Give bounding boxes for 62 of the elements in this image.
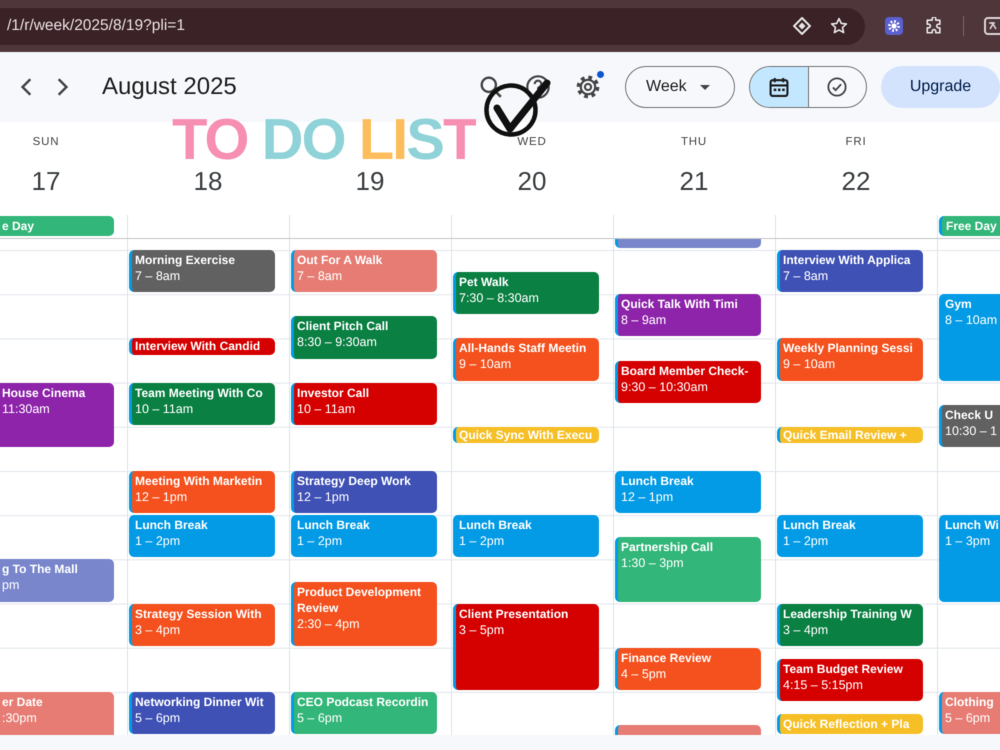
event-block[interactable]: Investor Call 10 – 11am (291, 382, 437, 425)
event-block[interactable]: Lunch Wi 1 – 3pm (939, 515, 1000, 602)
event-block[interactable]: Lunch Break 1 – 2pm (291, 515, 437, 558)
event-block[interactable]: Morning Exercise 7 – 8am (129, 250, 275, 292)
event-block[interactable]: Interview With Applica 7 – 8am (777, 250, 923, 292)
event-block[interactable]: Leadership Training W 3 – 4pm (777, 604, 923, 646)
event-block[interactable]: Check U 10:30 – 1 (939, 404, 1000, 447)
day-date[interactable]: 17 (32, 165, 60, 197)
caret-down-icon (700, 84, 710, 90)
all-day-event[interactable]: Free Day (939, 216, 1000, 236)
search-icon[interactable] (479, 75, 503, 99)
event-block[interactable]: Gym 8 – 10am (939, 294, 1000, 381)
event-block[interactable]: Team Meeting With Co 10 – 11am (129, 382, 275, 425)
gear-tile-icon[interactable] (885, 17, 903, 35)
event-block[interactable]: g To The Mall pm (0, 559, 114, 602)
event-block[interactable]: House Cinema 11:30am (0, 382, 114, 447)
event-block[interactable]: Quick Talk With Timi 8 – 9am (615, 294, 761, 336)
address-bar[interactable]: /1/r/week/2025/8/19?pli=1 (0, 8, 865, 44)
diamond-icon[interactable] (793, 17, 811, 35)
check-circle-icon (827, 77, 848, 97)
event-block[interactable]: Client Presentation 3 – 5pm (453, 604, 599, 690)
day-name: WED (517, 135, 547, 150)
toggle-segment[interactable] (750, 67, 808, 107)
day-name: FRI (846, 135, 866, 150)
view-dropdown[interactable]: Week (625, 66, 735, 108)
help-icon[interactable] (526, 75, 550, 99)
event-block[interactable]: Client Pitch Call 8:30 – 9:30am (291, 316, 437, 359)
settings-icon[interactable] (576, 75, 600, 99)
event-block[interactable]: Lunch Break 1 – 2pm (453, 515, 599, 558)
star-icon[interactable] (830, 17, 848, 35)
event-block[interactable]: Interview With Candid (129, 338, 275, 355)
event-block[interactable]: Clothing 5 – 6pm (939, 692, 1000, 734)
event-block[interactable]: Strategy Deep Work 12 – 1pm (291, 471, 437, 514)
day-date[interactable]: 22 (842, 165, 870, 197)
upgrade-button[interactable]: Upgrade (881, 66, 1000, 108)
day-date[interactable]: 20 (518, 165, 546, 197)
event-block[interactable]: Networking Dinner Wit 5 – 6pm (129, 692, 275, 734)
event-block[interactable]: Pet Walk 7:30 – 8:30am (453, 272, 599, 314)
event-block[interactable]: CEO Podcast Recordin 5 – 6pm (291, 692, 437, 734)
event-block[interactable]: Team Budget Review 4:15 – 5:15pm (777, 658, 923, 702)
event-block[interactable]: Meeting With Marketin 12 – 1pm (129, 471, 275, 514)
event-block[interactable]: Finance Review 4 – 5pm (615, 648, 761, 690)
event-block[interactable]: Lunch Break 1 – 2pm (777, 515, 923, 558)
event-block[interactable]: Board Member Check- 9:30 – 10:30am (615, 360, 761, 403)
event-block[interactable]: Weekly Planning Sessi 9 – 10am (777, 338, 923, 381)
event-block[interactable]: All-Hands Staff Meetin 9 – 10am (453, 338, 599, 381)
day-date[interactable]: 21 (680, 165, 708, 197)
all-day-event[interactable]: e Day (0, 216, 114, 236)
day-name: THU (680, 135, 708, 150)
check-circle-icon (483, 78, 552, 138)
event-block[interactable]: Lunch Break 12 – 1pm (615, 471, 761, 514)
event-block[interactable]: er Date :30pm (0, 692, 114, 735)
event-block[interactable]: Lunch Break 1 – 2pm (129, 515, 275, 558)
day-name: SUN (32, 135, 60, 150)
month-title: August 2025 (102, 73, 237, 101)
puzzle-icon[interactable] (925, 17, 943, 35)
calendar-icon (768, 77, 789, 97)
event-block[interactable]: Out For A Walk 7 – 8am (291, 250, 437, 292)
event-block[interactable]: Partnership Call 1:30 – 3pm (615, 537, 761, 602)
event-block[interactable]: Product Development Review 2:30 – 4pm (291, 582, 437, 646)
tile-icon[interactable] (984, 17, 1000, 35)
event-block[interactable]: Strategy Session With 3 – 4pm (129, 604, 275, 646)
